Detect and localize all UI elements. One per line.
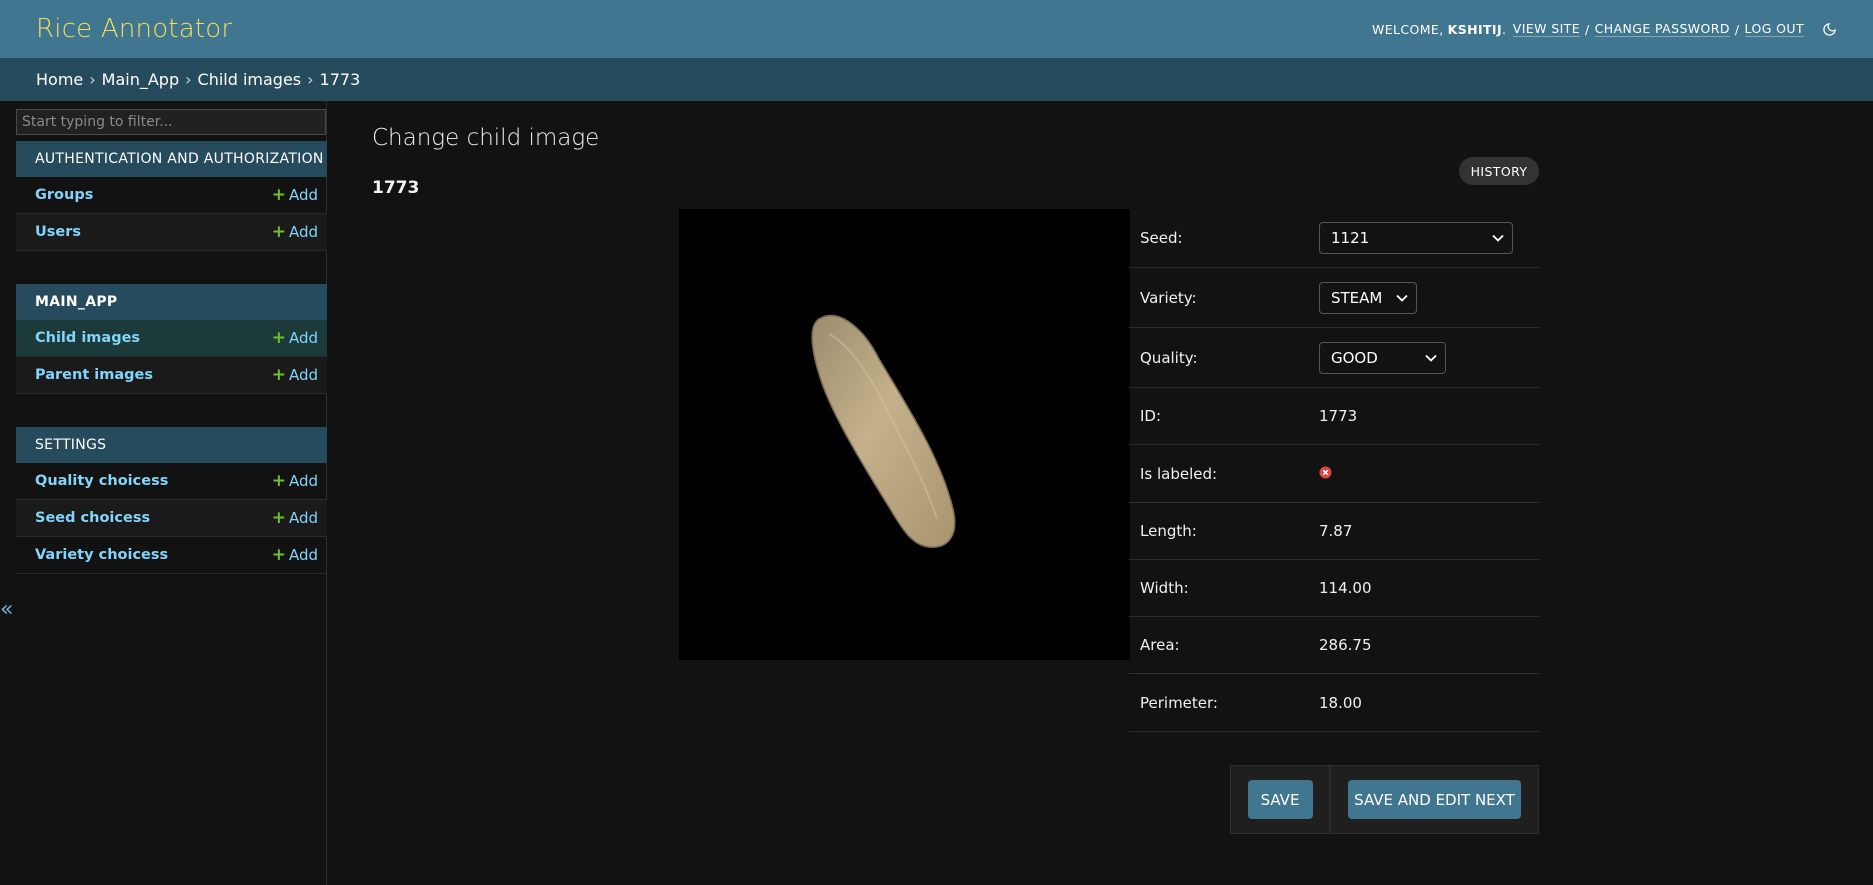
history-button[interactable]: HISTORY <box>1459 157 1539 185</box>
form-row-width: Width: 114.00 <box>1129 560 1539 617</box>
sidebar-item-users: Users + Add <box>16 214 327 251</box>
save-button[interactable]: SAVE <box>1247 780 1313 819</box>
add-child-images-link[interactable]: + Add <box>272 328 318 348</box>
module-settings: SETTINGS Quality choicess + Add Seed choi… <box>16 427 327 574</box>
is-labeled-label: Is labeled: <box>1140 464 1218 483</box>
form-row-quality: Quality: GOOD <box>1129 328 1539 388</box>
quality-select[interactable]: GOOD <box>1319 341 1446 374</box>
welcome-text: WELCOME, <box>1371 21 1444 37</box>
module-caption-settings[interactable]: SETTINGS <box>16 427 327 463</box>
plus-icon: + <box>271 328 286 348</box>
add-variety-link[interactable]: + Add <box>272 545 318 565</box>
breadcrumb-separator: › <box>89 70 96 89</box>
form-row-length: Length: 7.87 <box>1129 503 1539 560</box>
variety-label: Variety: <box>1140 288 1197 307</box>
sidebar-item-seed-choicess: Seed choicess + Add <box>16 500 327 537</box>
width-value: 114.00 <box>1319 579 1372 597</box>
perimeter-label: Perimeter: <box>1140 693 1218 712</box>
separator: / <box>1585 21 1590 37</box>
breadcrumb-separator: › <box>307 70 314 89</box>
breadcrumb: Home › Main_App › Child images › 1773 <box>0 58 1873 101</box>
plus-icon: + <box>271 508 286 528</box>
sidebar-item-quality-choicess: Quality choicess + Add <box>16 463 327 500</box>
perimeter-value: 18.00 <box>1319 693 1362 712</box>
log-out-link[interactable]: LOG OUT <box>1744 21 1804 37</box>
user-tools: WELCOME, KSHITIJ. VIEW SITE / CHANGE PAS… <box>1372 21 1837 37</box>
id-label: ID: <box>1140 407 1162 425</box>
save-and-edit-next-button[interactable]: SAVE AND EDIT NEXT <box>1348 780 1521 819</box>
save-next-cell: SAVE AND EDIT NEXT <box>1330 765 1539 834</box>
username: KSHITIJ <box>1447 21 1503 37</box>
plus-icon: + <box>271 471 286 491</box>
breadcrumb-child-images[interactable]: Child images <box>198 70 302 89</box>
length-label: Length: <box>1140 522 1197 540</box>
add-parent-images-link[interactable]: + Add <box>272 365 318 385</box>
sidebar-item-groups: Groups + Add <box>16 177 327 214</box>
sidebar-item-label[interactable]: Variety choicess <box>35 547 168 563</box>
chevron-down-icon <box>1425 354 1437 362</box>
add-quality-link[interactable]: + Add <box>272 471 318 491</box>
form-row-area: Area: 286.75 <box>1129 617 1539 674</box>
module-main-app: MAIN_APP Child images + Add Parent images… <box>16 284 327 394</box>
breadcrumb-separator: › <box>185 70 192 89</box>
module-caption-main-app[interactable]: MAIN_APP <box>16 284 327 320</box>
moon-icon[interactable] <box>1822 22 1837 37</box>
add-groups-link[interactable]: + Add <box>272 185 318 205</box>
rice-grain-image <box>679 209 1130 660</box>
submit-row: SAVE SAVE AND EDIT NEXT <box>1230 765 1539 834</box>
chevron-down-icon <box>1396 294 1408 302</box>
add-seed-link[interactable]: + Add <box>272 508 318 528</box>
plus-icon: + <box>271 222 286 242</box>
sidebar-item-variety-choicess: Variety choicess + Add <box>16 537 327 574</box>
area-value: 286.75 <box>1319 636 1372 654</box>
form-row-seed: Seed: 1121 <box>1129 209 1539 268</box>
form-row-variety: Variety: STEAM <box>1129 268 1539 328</box>
plus-icon: + <box>271 365 286 385</box>
nav-sidebar: AUTHENTICATION AND AUTHORIZATION Groups … <box>0 101 327 885</box>
seed-select[interactable]: 1121 <box>1319 222 1513 254</box>
plus-icon: + <box>271 185 286 205</box>
breadcrumb-main-app[interactable]: Main_App <box>102 70 179 89</box>
sidebar-filter-input[interactable] <box>16 109 326 135</box>
form-row-is-labeled: Is labeled: <box>1129 445 1539 503</box>
form-row-id: ID: 1773 <box>1129 388 1539 445</box>
change-password-link[interactable]: CHANGE PASSWORD <box>1594 21 1730 37</box>
quality-label: Quality: <box>1140 348 1198 367</box>
sidebar-item-label[interactable]: Groups <box>35 187 93 203</box>
form-row-perimeter: Perimeter: 18.00 <box>1129 674 1539 732</box>
plus-icon: + <box>271 545 286 565</box>
rice-grain-graphic <box>811 314 956 548</box>
seed-label: Seed: <box>1140 229 1183 247</box>
chevron-down-icon <box>1492 234 1504 242</box>
view-site-link[interactable]: VIEW SITE <box>1512 21 1581 37</box>
sidebar-collapse-toggle[interactable]: « <box>0 597 13 622</box>
sidebar-item-child-images: Child images + Add <box>16 320 327 357</box>
site-brand[interactable]: Rice Annotator <box>36 14 232 44</box>
add-users-link[interactable]: + Add <box>272 222 318 242</box>
module-auth: AUTHENTICATION AND AUTHORIZATION Groups … <box>16 141 327 251</box>
variety-select[interactable]: STEAM <box>1319 281 1417 314</box>
icon-no-icon <box>1319 465 1332 483</box>
child-image-form: Seed: 1121 Variety: STEAM Quality: GOOD … <box>1129 209 1539 732</box>
breadcrumb-current: 1773 <box>319 70 361 89</box>
sidebar-item-label[interactable]: Parent images <box>35 367 153 383</box>
sidebar-item-parent-images: Parent images + Add <box>16 357 327 394</box>
page-title: Change child image <box>372 125 600 151</box>
length-value: 7.87 <box>1319 522 1353 540</box>
separator: / <box>1734 21 1740 37</box>
main-content: Change child image 1773 HISTORY Seed: 11… <box>372 101 1539 885</box>
width-label: Width: <box>1140 579 1189 597</box>
area-label: Area: <box>1140 636 1180 654</box>
sidebar-item-label[interactable]: Child images <box>35 330 140 346</box>
sidebar-item-label[interactable]: Seed choicess <box>35 510 150 526</box>
breadcrumb-home[interactable]: Home <box>36 70 83 89</box>
id-value: 1773 <box>1319 407 1358 425</box>
site-header: Rice Annotator WELCOME, KSHITIJ. VIEW SI… <box>0 0 1873 58</box>
sidebar-item-label[interactable]: Users <box>35 224 81 240</box>
module-caption-auth[interactable]: AUTHENTICATION AND AUTHORIZATION <box>16 141 327 177</box>
object-subtitle: 1773 <box>372 178 420 198</box>
sidebar-item-label[interactable]: Quality choicess <box>35 473 168 489</box>
save-cell: SAVE <box>1230 765 1330 834</box>
